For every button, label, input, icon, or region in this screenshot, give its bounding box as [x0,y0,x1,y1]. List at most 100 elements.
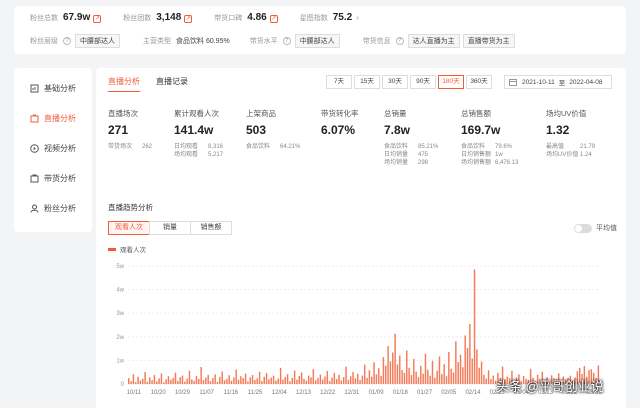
tab-live-records[interactable]: 直播记录 [156,76,188,92]
range-90d-button[interactable]: 90天 [410,75,436,89]
bar[interactable] [242,378,244,384]
bar[interactable] [216,381,219,384]
bar[interactable] [296,379,298,384]
bar[interactable] [457,362,459,384]
bar[interactable] [289,381,291,384]
bar[interactable] [174,372,177,384]
bar[interactable] [139,380,142,384]
bar[interactable] [130,381,132,384]
bar[interactable] [452,372,455,384]
bar[interactable] [186,378,188,384]
bar[interactable] [399,355,401,384]
bar[interactable] [221,371,223,384]
bar[interactable] [286,374,289,384]
bar[interactable] [240,376,242,384]
bar[interactable] [181,375,184,385]
bar[interactable] [345,366,347,384]
bar[interactable] [445,376,448,384]
bar[interactable] [167,376,170,384]
bar[interactable] [485,378,487,384]
bar[interactable] [373,362,375,384]
bar[interactable] [415,371,417,384]
sidebar-item-video[interactable]: 视频分析 [14,136,92,160]
bar[interactable] [464,335,466,384]
bar[interactable] [378,368,380,384]
bar[interactable] [368,370,371,384]
bar[interactable] [359,379,361,384]
bar[interactable] [223,380,226,384]
bar[interactable] [333,372,336,384]
bar[interactable] [146,381,149,384]
bar[interactable] [293,370,296,384]
bar[interactable] [455,341,457,384]
bar[interactable] [487,370,490,384]
bar[interactable] [261,380,263,384]
bar[interactable] [422,373,424,384]
bar[interactable] [385,365,387,384]
bar[interactable] [424,353,427,384]
bar[interactable] [214,374,216,384]
bar[interactable] [450,368,452,384]
bar[interactable] [251,375,254,384]
bar[interactable] [364,364,366,384]
bar[interactable] [202,379,205,384]
bar[interactable] [149,377,151,384]
bar[interactable] [193,380,195,384]
bar[interactable] [244,373,247,384]
bar[interactable] [473,269,476,384]
bar[interactable] [466,347,469,384]
bar[interactable] [268,379,270,384]
bar[interactable] [478,367,480,384]
bar[interactable] [420,365,422,384]
bar[interactable] [165,379,167,384]
bar[interactable] [317,378,319,384]
bar[interactable] [163,382,165,384]
bar[interactable] [382,357,385,384]
bar[interactable] [410,375,413,384]
bar[interactable] [427,369,429,384]
bar[interactable] [349,376,352,384]
bar[interactable] [471,358,473,384]
bar[interactable] [284,376,286,384]
bar[interactable] [459,354,462,384]
bar[interactable] [434,377,436,384]
bar[interactable] [354,378,357,384]
bar[interactable] [340,380,343,384]
bar[interactable] [235,369,237,384]
bar[interactable] [177,380,179,384]
bar[interactable] [314,380,317,384]
bar[interactable] [172,377,174,384]
bar[interactable] [387,346,389,384]
bar[interactable] [305,380,308,384]
bar[interactable] [282,379,284,384]
range-180d-button[interactable]: 180天 [438,75,464,89]
help-icon[interactable]: ? [282,37,291,45]
bar[interactable] [128,378,130,384]
bar[interactable] [331,377,333,384]
bar[interactable] [431,360,434,384]
bar[interactable] [338,374,340,384]
segment-sales[interactable]: 销量 [149,221,191,235]
bar[interactable] [158,378,160,384]
bar[interactable] [436,370,438,384]
bar[interactable] [303,378,305,384]
stat-star-index[interactable]: 星图指数 75.2 › [300,12,359,23]
bar[interactable] [160,373,163,384]
bar[interactable] [403,372,406,384]
bar[interactable] [247,381,249,384]
sidebar-item-sales[interactable]: 带货分析 [14,166,92,190]
bar[interactable] [265,373,268,384]
bar[interactable] [490,379,492,384]
range-360d-button[interactable]: 360天 [466,75,492,89]
bar[interactable] [191,379,193,384]
date-range-picker[interactable]: 2021-10-11 至 2022-04-08 [504,75,612,89]
bar[interactable] [417,377,420,384]
bar[interactable] [443,364,445,384]
help-icon[interactable]: ? [63,37,71,45]
sidebar-item-live[interactable]: 直播分析 [14,106,92,130]
sidebar-item-basic[interactable]: 基础分析 [14,76,92,100]
bar[interactable] [135,382,137,384]
bar[interactable] [319,374,322,384]
bar[interactable] [347,379,350,384]
bar[interactable] [137,376,139,384]
